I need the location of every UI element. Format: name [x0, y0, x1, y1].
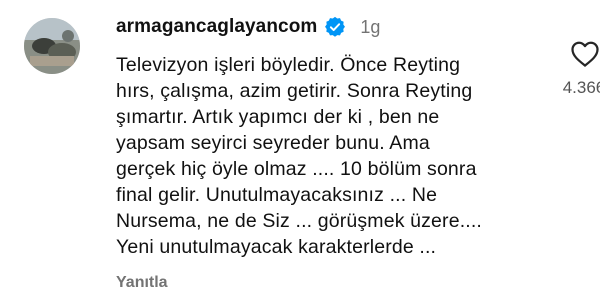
avatar-photo	[24, 18, 80, 74]
like-column: 4.366	[555, 40, 600, 98]
comment-content: armagancaglayancom 1g Televizyon işleri …	[116, 12, 516, 292]
comment-header: armagancaglayancom 1g	[116, 12, 516, 42]
comment-time: 1g	[360, 16, 381, 37]
username-link[interactable]: armagancaglayancom	[116, 16, 317, 38]
like-count: 4.366	[562, 78, 600, 97]
reply-button[interactable]: Yanıtla	[116, 274, 168, 292]
verified-badge-icon	[325, 16, 346, 37]
comment-text: Televizyon işleri böyledir. Önce Reyting…	[116, 54, 482, 258]
heart-outline-icon[interactable]	[570, 40, 600, 68]
avatar[interactable]	[24, 18, 80, 74]
comment-item: armagancaglayancom 1g Televizyon işleri …	[0, 0, 600, 292]
